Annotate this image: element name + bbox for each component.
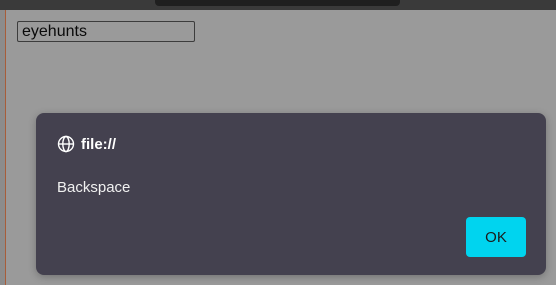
text-input-field[interactable]	[17, 21, 195, 42]
dialog-message: Backspace	[57, 179, 131, 196]
browser-toolbar-strip	[0, 0, 556, 10]
alert-dialog: file:// Backspace OK	[36, 113, 546, 275]
ok-button[interactable]: OK	[466, 217, 526, 257]
dialog-origin-text: file://	[81, 135, 117, 153]
globe-icon	[57, 135, 75, 153]
address-bar-edge	[155, 0, 400, 6]
dialog-header: file://	[57, 134, 116, 154]
